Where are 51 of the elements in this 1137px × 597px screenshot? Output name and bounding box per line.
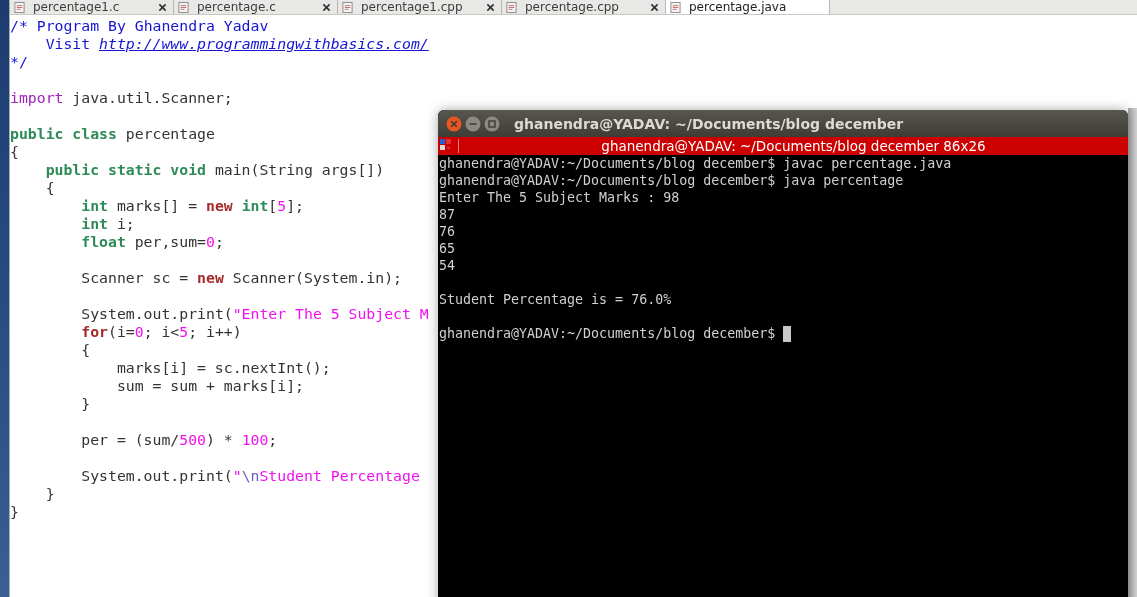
code-line: System.out.print("\nStudent Percentage [81,467,420,484]
terminal-line: Student Percentage is = 76.0% [439,291,672,308]
code-line: int marks[] = new int[5]; [81,197,305,214]
terminal-line: ghanendra@YADAV:~/Documents/blog december$ javac percentage.java [439,155,952,172]
file-icon [178,1,189,13]
terminal-line: 65 [439,240,455,257]
close-icon[interactable] [158,2,167,12]
terminal-line: 54 [439,257,455,274]
file-tab[interactable]: percentage.cpp [502,0,666,14]
code-line: { [81,341,91,358]
code-line: Scanner sc = new Scanner(System.in); [81,269,402,286]
terminal-line: 76 [439,223,455,240]
file-icon [670,1,681,13]
close-icon[interactable] [486,2,495,12]
code-line: Visit http://www.programmingwithbasics.com/ [44,35,429,52]
terminal-line: Enter The 5 Subject Marks : 98 [439,189,680,206]
window-menu-icon[interactable] [440,139,452,153]
code-line: } [10,503,19,520]
code-line: per = (sum/500) * 100; [81,431,278,448]
code-line: import java.util.Scanner; [10,89,233,106]
file-icon [506,1,517,13]
code-line: { [10,143,19,160]
code-line: sum = sum + marks[i]; [116,377,304,394]
code-line: } [45,485,55,502]
terminal-line: ghanendra@YADAV:~/Documents/blog december$ java percentage [439,172,904,189]
close-icon[interactable] [650,2,659,12]
file-icon [342,1,353,13]
maximize-icon[interactable] [484,115,500,132]
file-tab[interactable]: percentage.c [174,0,338,14]
terminal-tab-title[interactable]: ghanendra@YADAV: ~/Documents/blog december 86x26 [459,138,1128,154]
link[interactable]: http://www.programmingwithbasics.com/ [99,35,429,52]
close-icon[interactable] [322,2,331,12]
terminal-line: 87 [439,206,455,223]
file-icon [14,1,25,13]
code-line: } [81,395,91,412]
code-line: marks[i] = sc.nextInt(); [116,359,331,376]
code-line: System.out.print("Enter The 5 Subject M [81,305,429,322]
window-title: ghanendra@YADAV: ~/Documents/blog december [514,115,904,132]
terminal-line: ghanendra@YADAV:~/Documents/blog december$ [439,325,776,342]
code-line: int i; [81,215,135,232]
code-line: /* Program By Ghanendra Yadav [10,17,269,34]
minimize-icon[interactable] [465,115,481,132]
code-line: { [45,179,55,196]
file-tab[interactable]: percentage1.cpp [338,0,502,14]
code-line: float per,sum=0; [81,233,224,250]
code-line: public class percentage [10,125,215,142]
file-tab[interactable]: percentage1.c [10,0,174,14]
code-line: public static void main(String args[]) [45,161,385,178]
code-line: for(i=0; i<5; i++) [81,323,242,340]
code-line: */ [10,53,28,70]
file-tab[interactable]: percentage.java [666,0,830,14]
